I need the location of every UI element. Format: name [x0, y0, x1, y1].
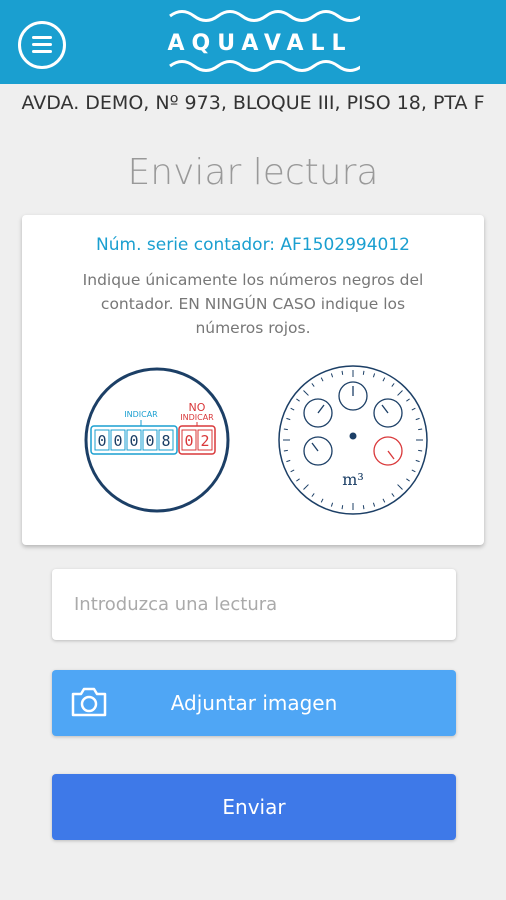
hamburger-menu-icon[interactable] — [18, 21, 66, 69]
dial-tick — [283, 449, 288, 452]
reading-input[interactable] — [52, 569, 456, 640]
digital-meter-illustration: INDICAR NO INDICAR 0 0 0 0 8 0 2 — [84, 367, 230, 513]
black-digit-3: 0 — [129, 432, 138, 450]
dial-tick — [418, 428, 423, 431]
page-title: Enviar lectura — [127, 152, 379, 193]
meter-info-card: Núm. serie contador: AF1502994012 Indiqu… — [22, 215, 484, 545]
black-digit-2: 0 — [113, 432, 122, 450]
supply-address: AVDA. DEMO, Nº 973, BLOQUE III, PISO 18,… — [21, 92, 485, 114]
aquavall-logo: AQUAVALL — [160, 6, 360, 78]
black-digit-1: 0 — [97, 432, 106, 450]
dial-tick — [362, 505, 365, 510]
app-header: AQUAVALL — [0, 0, 506, 84]
camera-icon — [71, 687, 107, 717]
attach-image-button[interactable]: Adjuntar imagen — [52, 670, 456, 736]
cubic-meter-unit: m³ — [342, 470, 364, 489]
red-digit-1: 0 — [184, 432, 193, 450]
analog-meter-illustration: m³ — [278, 365, 428, 515]
red-digit-2: 2 — [200, 432, 209, 450]
dial-tick — [362, 370, 365, 375]
dial-tick — [341, 505, 344, 510]
dial-tick — [283, 428, 288, 431]
no-indicate-label-2: INDICAR — [180, 413, 214, 422]
send-button-label: Enviar — [222, 795, 286, 819]
black-digit-4: 0 — [145, 432, 154, 450]
black-digit-5: 8 — [161, 432, 170, 450]
reading-instructions: Indique únicamente los números negros de… — [82, 271, 424, 337]
dial-tick — [418, 449, 423, 452]
attach-image-label: Adjuntar imagen — [170, 691, 338, 715]
dial-tick — [341, 370, 344, 375]
indicate-label: INDICAR — [124, 410, 158, 419]
logo-text: AQUAVALL — [167, 31, 353, 56]
send-button[interactable]: Enviar — [52, 774, 456, 840]
meter-serial-number: Núm. serie contador: AF1502994012 — [96, 235, 410, 255]
